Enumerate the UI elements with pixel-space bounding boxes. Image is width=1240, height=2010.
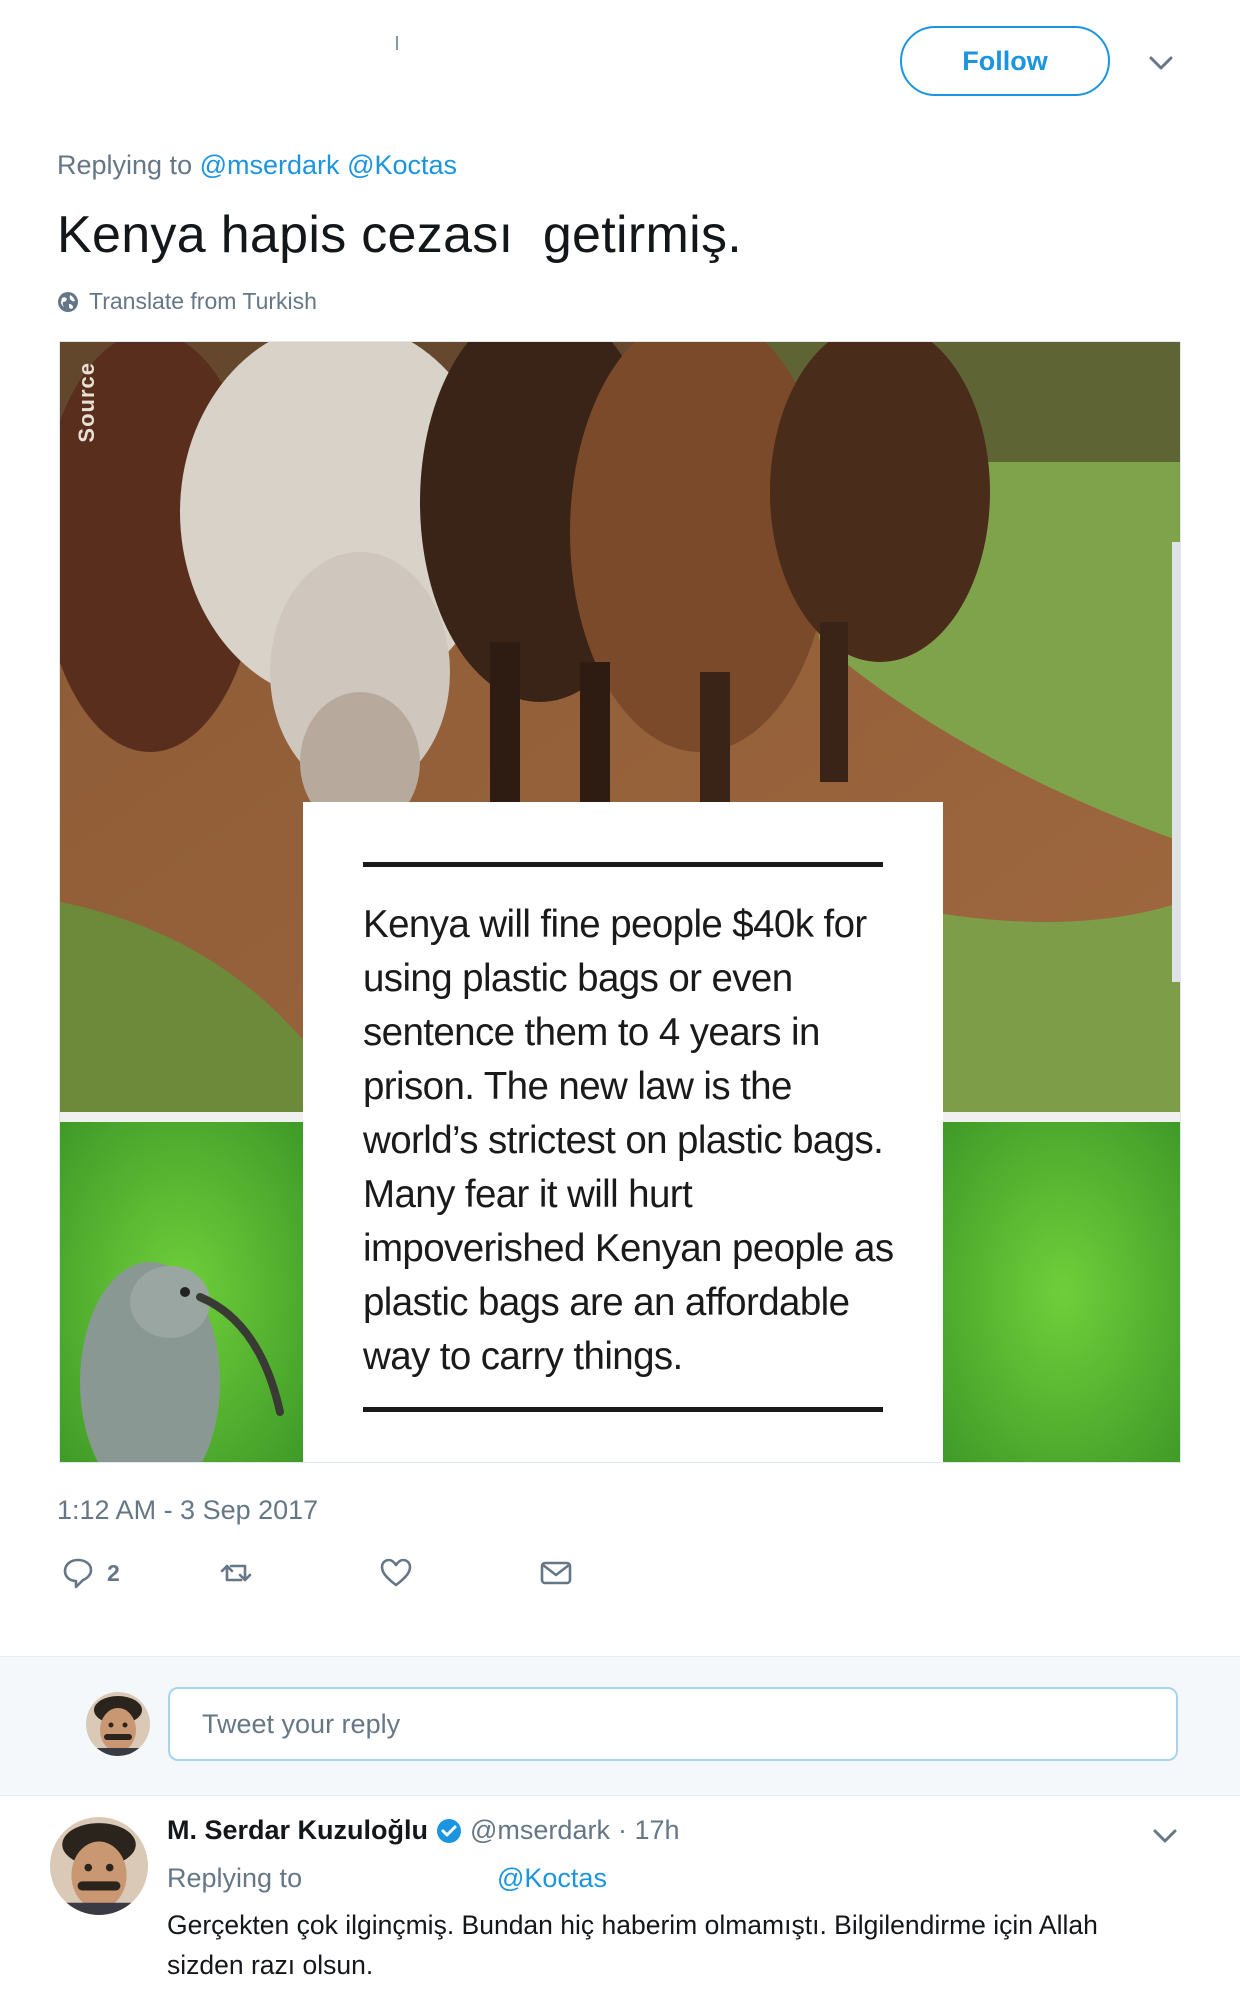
- mention-link[interactable]: @mserdark: [200, 150, 340, 180]
- chevron-down-icon[interactable]: [1148, 50, 1174, 76]
- reply-header: M. Serdar Kuzuloğlu @mserdark · 17h: [167, 1815, 680, 1846]
- translate-link[interactable]: Translate from Turkish: [57, 288, 317, 315]
- user-handle[interactable]: @mserdark: [470, 1815, 610, 1846]
- mention-link[interactable]: @Koctas: [497, 1863, 607, 1894]
- reply-count: 2: [107, 1559, 120, 1586]
- cursor-mark: [396, 36, 398, 50]
- card-divider: [363, 862, 883, 867]
- reply-button[interactable]: 2: [61, 1556, 120, 1590]
- translate-label: Translate from Turkish: [89, 288, 317, 314]
- mention-link[interactable]: @Koctas: [347, 150, 457, 180]
- chevron-down-icon[interactable]: [1152, 1823, 1178, 1849]
- tweet-text: Kenya hapis cezası getirmiş.: [57, 206, 743, 264]
- heart-icon: [380, 1558, 412, 1587]
- tweet-timestamp[interactable]: 1:12 AM - 3 Sep 2017: [57, 1495, 318, 1526]
- replying-to-prefix: Replying to: [167, 1863, 303, 1893]
- replying-to-prefix: Replying to: [57, 150, 193, 180]
- reply-icon: [63, 1558, 93, 1589]
- follow-button[interactable]: Follow: [900, 26, 1110, 96]
- display-name[interactable]: M. Serdar Kuzuloğlu: [167, 1815, 428, 1846]
- globe-icon: [58, 291, 78, 312]
- replying-to: Replying to @mserdark @Koctas: [57, 150, 457, 181]
- reply-composer: Tweet your reply: [0, 1656, 1240, 1796]
- retweet-button[interactable]: [219, 1556, 253, 1590]
- reply-time[interactable]: · 17h: [618, 1815, 680, 1846]
- top-bar: Follow: [0, 0, 1240, 130]
- avatar: [86, 1692, 150, 1756]
- source-watermark: Source: [74, 362, 99, 443]
- reply-input[interactable]: Tweet your reply: [168, 1687, 1178, 1761]
- reply-tweet[interactable]: M. Serdar Kuzuloğlu @mserdark · 17h Repl…: [0, 1797, 1240, 2010]
- card-text: Kenya will fine people $40k for using pl…: [363, 903, 894, 1378]
- replying-to: Replying to @Koctas: [167, 1863, 607, 1894]
- avatar[interactable]: [50, 1817, 148, 1915]
- verified-badge-icon: [437, 1818, 462, 1843]
- retweet-icon: [220, 1564, 252, 1582]
- tweet-actions: 2: [57, 1556, 657, 1600]
- like-button[interactable]: [379, 1556, 413, 1590]
- direct-message-button[interactable]: [539, 1556, 573, 1590]
- envelope-icon: [540, 1561, 572, 1585]
- reply-text: Gerçekten çok ilginçmiş. Bundan hiç habe…: [167, 1910, 1098, 1980]
- news-card: Kenya will fine people $40k for using pl…: [303, 802, 943, 1462]
- tweet-media[interactable]: Source Kenya will fine people $40k for u…: [59, 341, 1181, 1463]
- card-divider: [363, 1407, 883, 1412]
